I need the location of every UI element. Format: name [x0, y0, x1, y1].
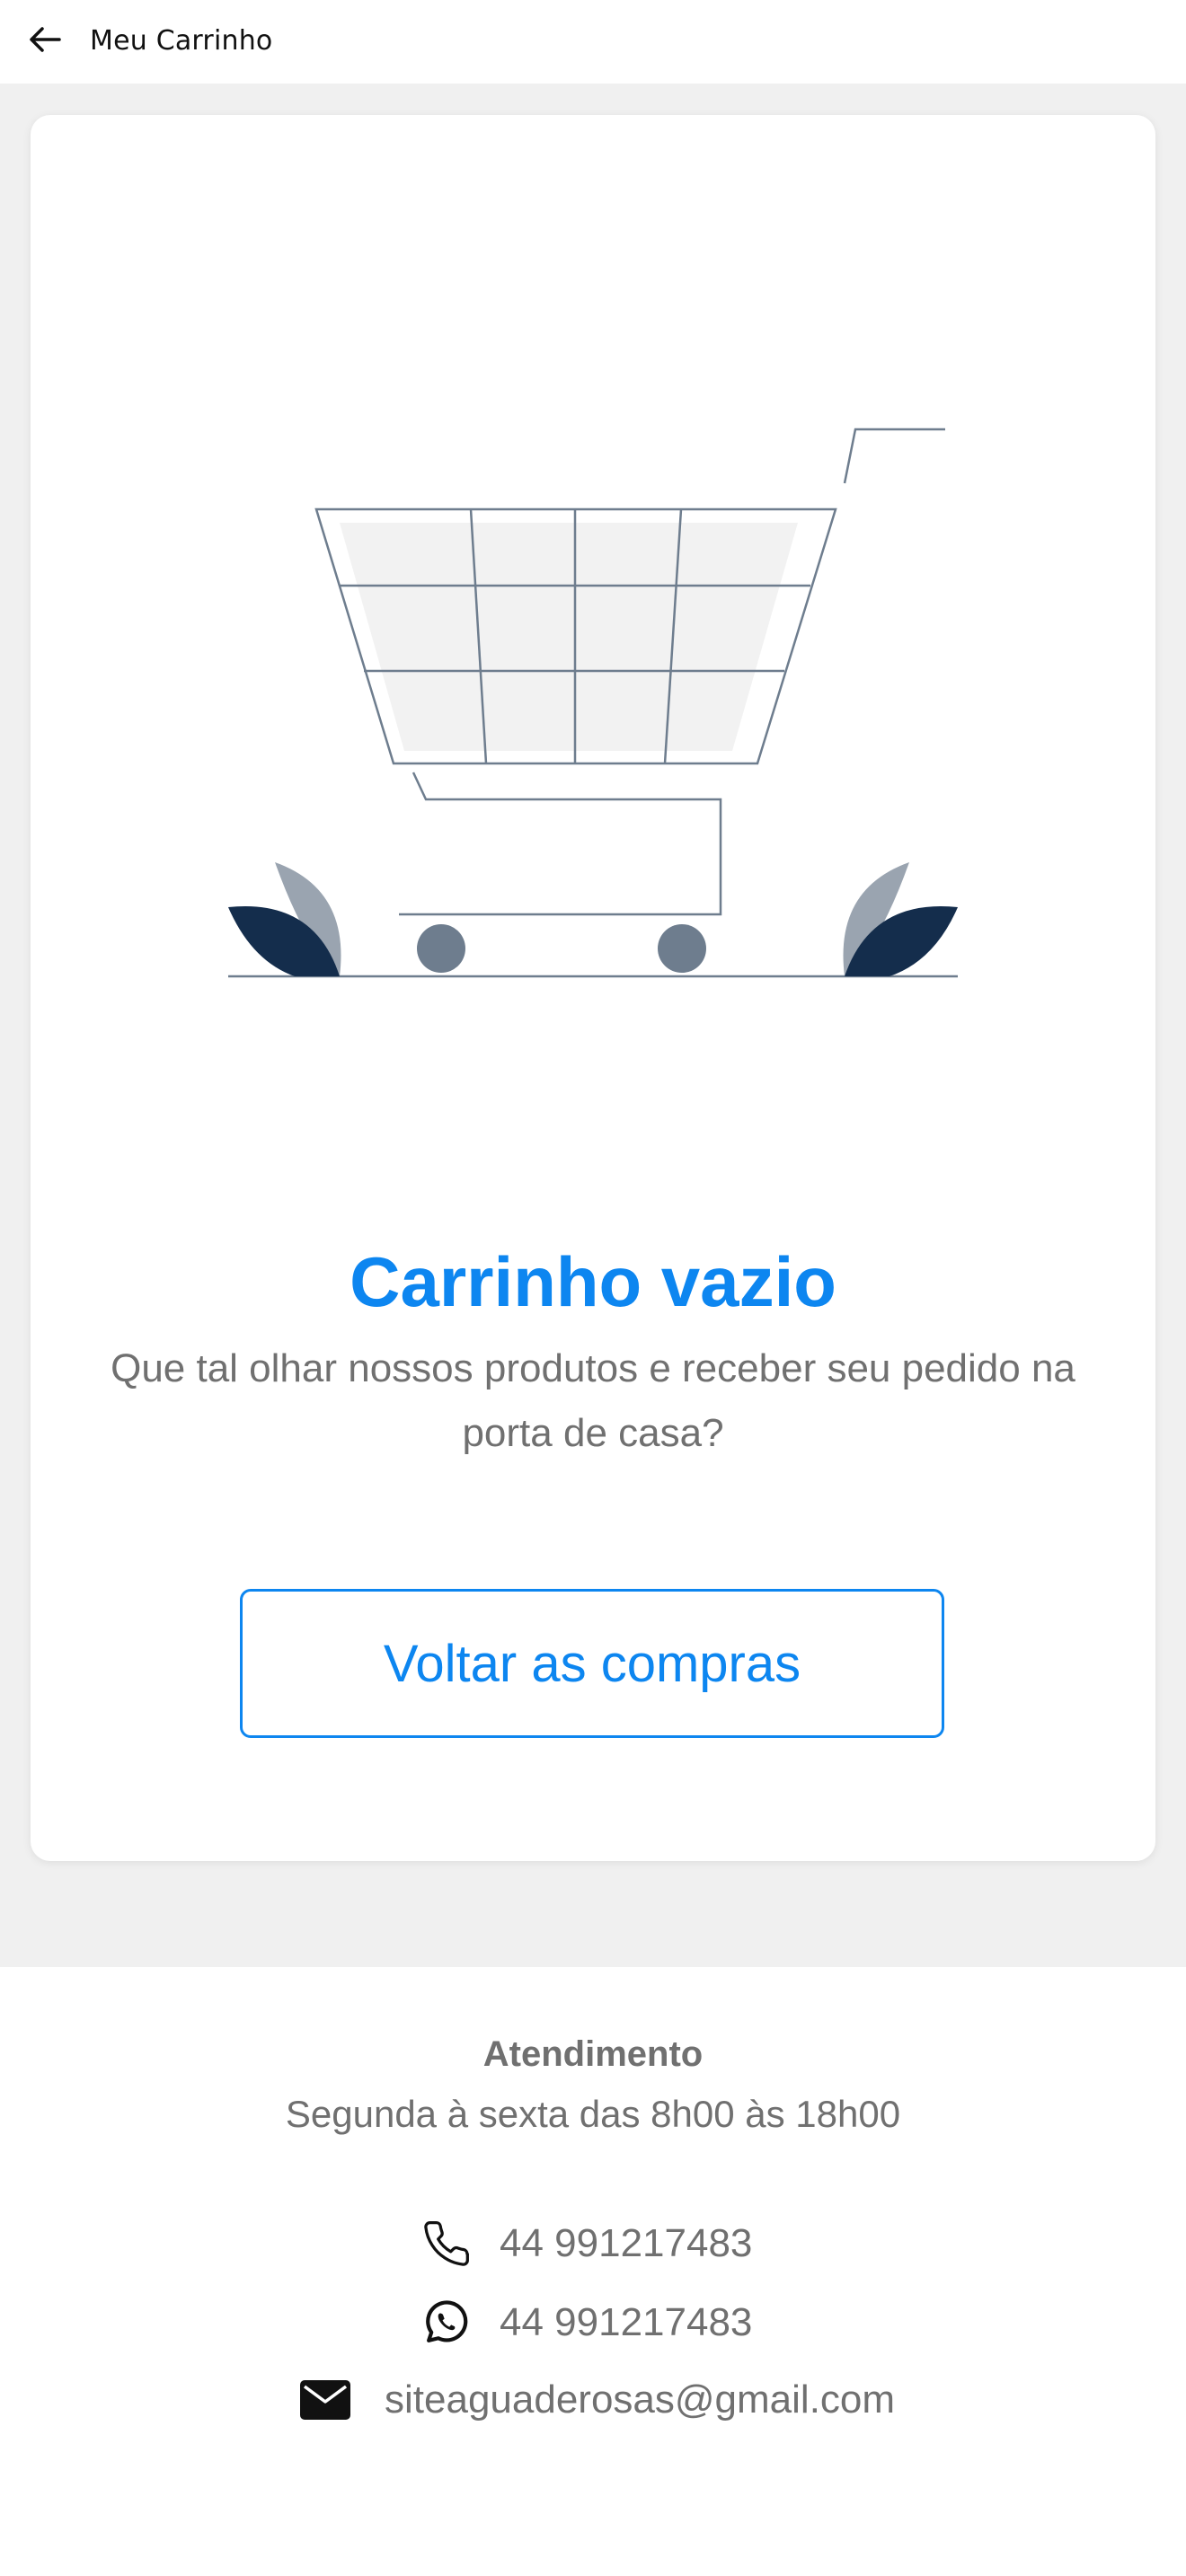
- phone-number: 44 991217483: [500, 2221, 753, 2265]
- phone-contact[interactable]: 44 991217483: [419, 2217, 752, 2271]
- email-address: siteaguaderosas@gmail.com: [385, 2378, 896, 2422]
- footer: Atendimento Segunda à sexta das 8h00 às …: [0, 1967, 1186, 2576]
- empty-cart-subtitle: Que tal olhar nossos produtos e receber …: [111, 1346, 1075, 1455]
- support-title: Atendimento: [482, 2034, 704, 2074]
- whatsapp-number: 44 991217483: [500, 2300, 753, 2344]
- empty-shopping-cart-illustration: [225, 422, 961, 988]
- arrow-left-icon: [29, 26, 61, 57]
- mail-icon: [300, 2373, 350, 2427]
- app-header: Meu Carrinho: [0, 0, 1186, 84]
- phone-icon: [419, 2217, 474, 2271]
- empty-cart-title: Carrinho vazio: [350, 1242, 836, 1321]
- whatsapp-icon: [419, 2296, 474, 2350]
- page-title: Meu Carrinho: [90, 25, 273, 57]
- back-to-shopping-button[interactable]: Voltar as compras: [240, 1589, 944, 1738]
- support-hours: Segunda à sexta das 8h00 às 18h00: [285, 2093, 901, 2135]
- email-contact[interactable]: siteaguaderosas@gmail.com: [300, 2373, 895, 2427]
- whatsapp-contact[interactable]: 44 991217483: [419, 2296, 752, 2350]
- back-button[interactable]: [20, 20, 70, 63]
